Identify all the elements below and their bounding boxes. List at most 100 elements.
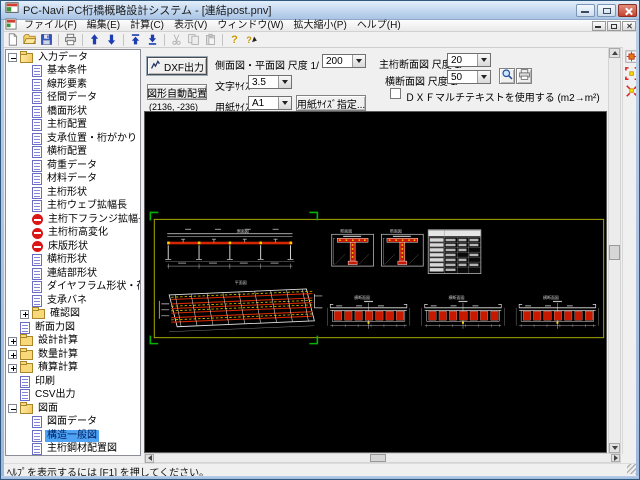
dxf-output-button[interactable]: DXF出力 [146, 56, 208, 76]
tree-item[interactable]: 主桁桁高変化 [6, 227, 140, 241]
paste-button[interactable] [202, 32, 219, 47]
preview-zoom-button[interactable] [499, 68, 515, 84]
chevron-down-icon[interactable] [477, 71, 490, 83]
tree-item[interactable]: 基本条件 [6, 65, 140, 79]
help-button[interactable]: ? [226, 32, 243, 47]
tree-item-label: 構造一般図 [45, 429, 99, 442]
tree-item[interactable]: 材料データ [6, 173, 140, 187]
menu-help[interactable]: ヘルプ(H) [352, 20, 406, 32]
chevron-down-icon[interactable] [278, 97, 291, 109]
expand-icon[interactable] [8, 363, 17, 373]
collapse-icon[interactable] [8, 53, 17, 63]
tree-item[interactable]: 径間データ [6, 92, 140, 106]
girder-scale-select[interactable]: 20 [447, 53, 491, 67]
print-button[interactable] [62, 32, 79, 47]
paper-size-select[interactable]: A1 [248, 96, 292, 110]
menu-zoom[interactable]: 拡大縮小(P) [288, 20, 351, 32]
text-size-select[interactable]: 3.5 [248, 75, 292, 89]
tree-item[interactable]: 主桁下フランジ拡幅長 [6, 213, 140, 227]
copy-button[interactable] [185, 32, 202, 47]
menu-file[interactable]: ファイル(F) [19, 20, 82, 32]
tree-item-label: 図面データ [47, 416, 97, 428]
auto-arrange-button[interactable]: 図形自動配置 [147, 84, 207, 100]
cross-scale-select[interactable]: 50 [447, 70, 491, 84]
tree-item[interactable]: 主桁形状 [6, 186, 140, 200]
scroll-down-arrow[interactable] [609, 443, 620, 453]
maximize-button[interactable] [597, 3, 616, 17]
dxf-output-panel: DXF出力 図形自動配置 (2136, -236) 側面図・平面図 尺度 1/ … [142, 49, 608, 114]
mdi-minimize-button[interactable] [592, 20, 606, 31]
chevron-down-icon[interactable] [278, 76, 291, 88]
tree-item-label: 支承位置・桁がかり [47, 132, 137, 144]
mdi-restore-button[interactable] [607, 20, 621, 31]
side-plan-scale-select[interactable]: 200 [322, 54, 366, 68]
move-top-button[interactable] [127, 32, 144, 47]
tree-item[interactable]: 荷重データ [6, 159, 140, 173]
horizontal-scrollbar[interactable] [144, 453, 621, 463]
minimize-button[interactable] [576, 3, 595, 17]
tree-item[interactable]: 主桁ウェブ拡幅長 [6, 200, 140, 214]
tree-item[interactable]: 橋面形状 [6, 105, 140, 119]
tree-item-label: 確認図 [50, 308, 80, 320]
expand-icon[interactable] [8, 350, 17, 360]
tree-item[interactable]: 横桁配置 [6, 146, 140, 160]
tree-item[interactable]: 線形要素 [6, 78, 140, 92]
new-button[interactable] [4, 32, 21, 47]
tree-item[interactable]: 主桁配置 [6, 119, 140, 133]
tree-item[interactable]: 入力データ [6, 50, 140, 65]
menu-edit[interactable]: 編集(E) [82, 20, 125, 32]
tree-item[interactable]: ダイヤフラム形状・荷重 [6, 281, 140, 295]
tree-item[interactable]: 積算計算 [6, 361, 140, 376]
tree-item[interactable]: 支承位置・桁がかり [6, 132, 140, 146]
plot-button[interactable] [516, 68, 532, 84]
paper-size-custom-button[interactable]: 用紙ｻｲｽﾞ指定... [296, 95, 366, 111]
tree-item[interactable]: 横桁形状 [6, 254, 140, 268]
tree-item[interactable]: 図面 [6, 401, 140, 416]
vertical-scroll-thumb[interactable] [609, 245, 620, 260]
scroll-up-arrow[interactable] [609, 48, 620, 58]
menu-view[interactable]: 表示(V) [169, 20, 212, 32]
tree-item[interactable]: 支承バネ [6, 294, 140, 308]
horizontal-scroll-thumb[interactable] [370, 454, 386, 462]
tree-item-label: 横桁配置 [47, 146, 87, 158]
tree-item-selected[interactable]: 構造一般図 [6, 429, 140, 443]
scroll-left-arrow[interactable] [145, 453, 154, 463]
collapse-icon[interactable] [8, 404, 17, 414]
menu-calc[interactable]: 計算(C) [125, 20, 169, 32]
tree-item[interactable]: 数量計算 [6, 347, 140, 362]
save-button[interactable] [38, 32, 55, 47]
cut-button[interactable] [168, 32, 185, 47]
tree-item[interactable]: 断面力図 [6, 321, 140, 335]
multitext-checkbox[interactable] [390, 88, 401, 99]
chevron-down-icon[interactable] [477, 54, 490, 66]
scroll-right-arrow[interactable] [611, 454, 620, 462]
tree-item[interactable]: 主桁鋼材配置図 [6, 443, 140, 455]
mdi-close-button[interactable] [622, 20, 636, 31]
tree-item-label: 横桁形状 [47, 254, 87, 266]
vertical-scrollbar[interactable] [608, 47, 621, 454]
tree-item[interactable]: 設計計算 [6, 334, 140, 349]
menu-window[interactable]: ウィンドウ(W) [212, 20, 288, 32]
context-help-button[interactable]: ? [243, 32, 260, 47]
drawing-canvas[interactable]: 側面図 平面図 断面図 断面図 横断面図 横断面図 横断面図 [144, 111, 607, 453]
close-button[interactable] [618, 3, 637, 17]
tree-item[interactable]: 確認図 [6, 307, 140, 322]
tree-item-label: 主桁ウェブ拡幅長 [47, 200, 127, 212]
paper-size-custom-label: 用紙ｻｲｽﾞ指定... [296, 99, 366, 111]
move-down-button[interactable] [103, 32, 120, 47]
tree-item[interactable]: 床版形状 [6, 240, 140, 254]
expand-icon[interactable] [20, 309, 29, 319]
expand-icon[interactable] [8, 336, 17, 346]
tree-item[interactable]: 図面データ [6, 416, 140, 430]
move-up-button[interactable] [86, 32, 103, 47]
tree-item[interactable]: 連結部形状 [6, 267, 140, 281]
title-bar[interactable]: PC-Navi PC桁橋概略設計システム - [連結post.pnv] [1, 1, 639, 20]
move-bottom-button[interactable] [144, 32, 161, 47]
app-window: PC-Navi PC桁橋概略設計システム - [連結post.pnv] ファイル… [0, 0, 640, 480]
document-icon [32, 443, 42, 455]
cross-section-views: 横断面図 横断面図 横断面図 [326, 295, 600, 330]
chevron-down-icon[interactable] [352, 55, 365, 67]
tree-item[interactable]: 印刷 [6, 375, 140, 389]
open-button[interactable] [21, 32, 38, 47]
tree-item[interactable]: CSV出力 [6, 389, 140, 403]
